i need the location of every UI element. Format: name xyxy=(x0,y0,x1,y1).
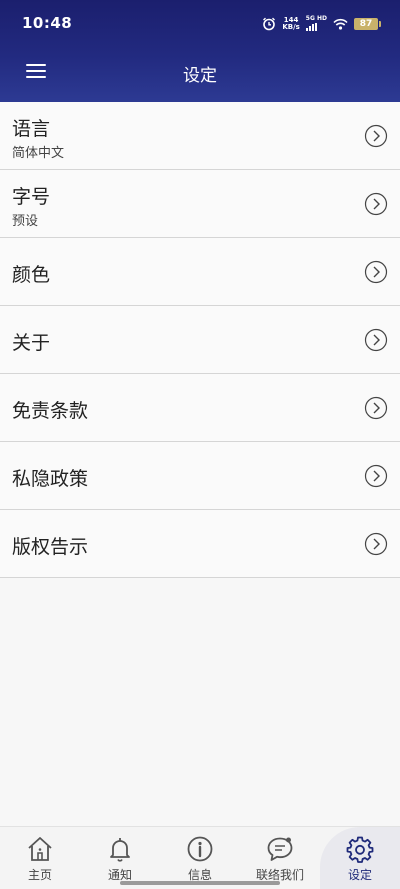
tab-label: 设定 xyxy=(347,868,372,882)
chevron-right-icon xyxy=(364,464,388,488)
home-indicator[interactable] xyxy=(120,881,280,885)
tab-info[interactable]: 信息 xyxy=(160,827,240,889)
alarm-icon xyxy=(263,17,276,30)
gear-icon xyxy=(346,836,374,863)
cell-signal: 5G HD xyxy=(305,15,327,31)
battery-level: 87 xyxy=(359,18,373,29)
chevron-right-icon xyxy=(364,532,388,556)
settings-item-color[interactable]: 颜色 xyxy=(0,238,400,306)
settings-item-label: 颜色 xyxy=(12,264,51,286)
settings-item-privacy[interactable]: 私隐政策 xyxy=(0,442,400,510)
chevron-right-icon xyxy=(364,192,388,216)
signal-bars-icon xyxy=(305,23,317,31)
settings-item-about[interactable]: 关于 xyxy=(0,306,400,374)
bell-icon xyxy=(110,838,130,862)
tab-contact[interactable]: 联络我们 xyxy=(240,827,320,889)
tab-notifications[interactable]: 通知 xyxy=(80,827,160,889)
settings-item-label: 版权告示 xyxy=(12,536,89,558)
chat-icon xyxy=(267,837,293,861)
settings-item-disclaimer[interactable]: 免责条款 xyxy=(0,374,400,442)
settings-item-label: 语言 xyxy=(12,118,51,140)
settings-item-label: 私隐政策 xyxy=(12,468,89,490)
settings-item-label: 免责条款 xyxy=(12,400,89,422)
chevron-right-icon xyxy=(364,396,388,420)
settings-list: 语言 简体中文 字号 预设 颜色 关于 免责条款 私隐政策 版权告示 xyxy=(0,102,400,578)
settings-item-label: 字号 xyxy=(12,186,51,208)
home-icon xyxy=(28,837,52,861)
battery-indicator: 87 xyxy=(354,17,381,30)
speed-unit: KB/s xyxy=(282,22,300,31)
chevron-right-icon xyxy=(364,260,388,284)
tab-home[interactable]: 主页 xyxy=(0,827,80,889)
tab-settings[interactable]: 设定 xyxy=(320,827,400,889)
app-header: 10:48 144 KB/s 5G HD 87 设定 xyxy=(0,0,400,102)
chevron-right-icon xyxy=(364,124,388,148)
settings-item-label: 关于 xyxy=(12,332,51,354)
settings-item-value: 简体中文 xyxy=(12,146,65,161)
status-icons: 144 KB/s 5G HD 87 xyxy=(262,15,381,31)
settings-item-font-size[interactable]: 字号 预设 xyxy=(0,170,400,238)
status-time: 10:48 xyxy=(22,14,73,32)
bottom-tab-bar: 主页 通知 信息 联络我们 设定 xyxy=(0,826,400,889)
network-speed: 144 KB/s xyxy=(282,16,300,31)
wifi-icon xyxy=(333,18,348,30)
settings-item-language[interactable]: 语言 简体中文 xyxy=(0,102,400,170)
settings-item-value: 预设 xyxy=(12,214,39,229)
chevron-right-icon xyxy=(364,328,388,352)
page-title: 设定 xyxy=(183,66,217,86)
status-bar: 10:48 144 KB/s 5G HD 87 xyxy=(0,0,400,48)
info-icon xyxy=(187,836,213,862)
tab-label: 主页 xyxy=(27,868,52,882)
settings-item-copyright[interactable]: 版权告示 xyxy=(0,510,400,578)
network-type: 5G HD xyxy=(305,15,327,22)
